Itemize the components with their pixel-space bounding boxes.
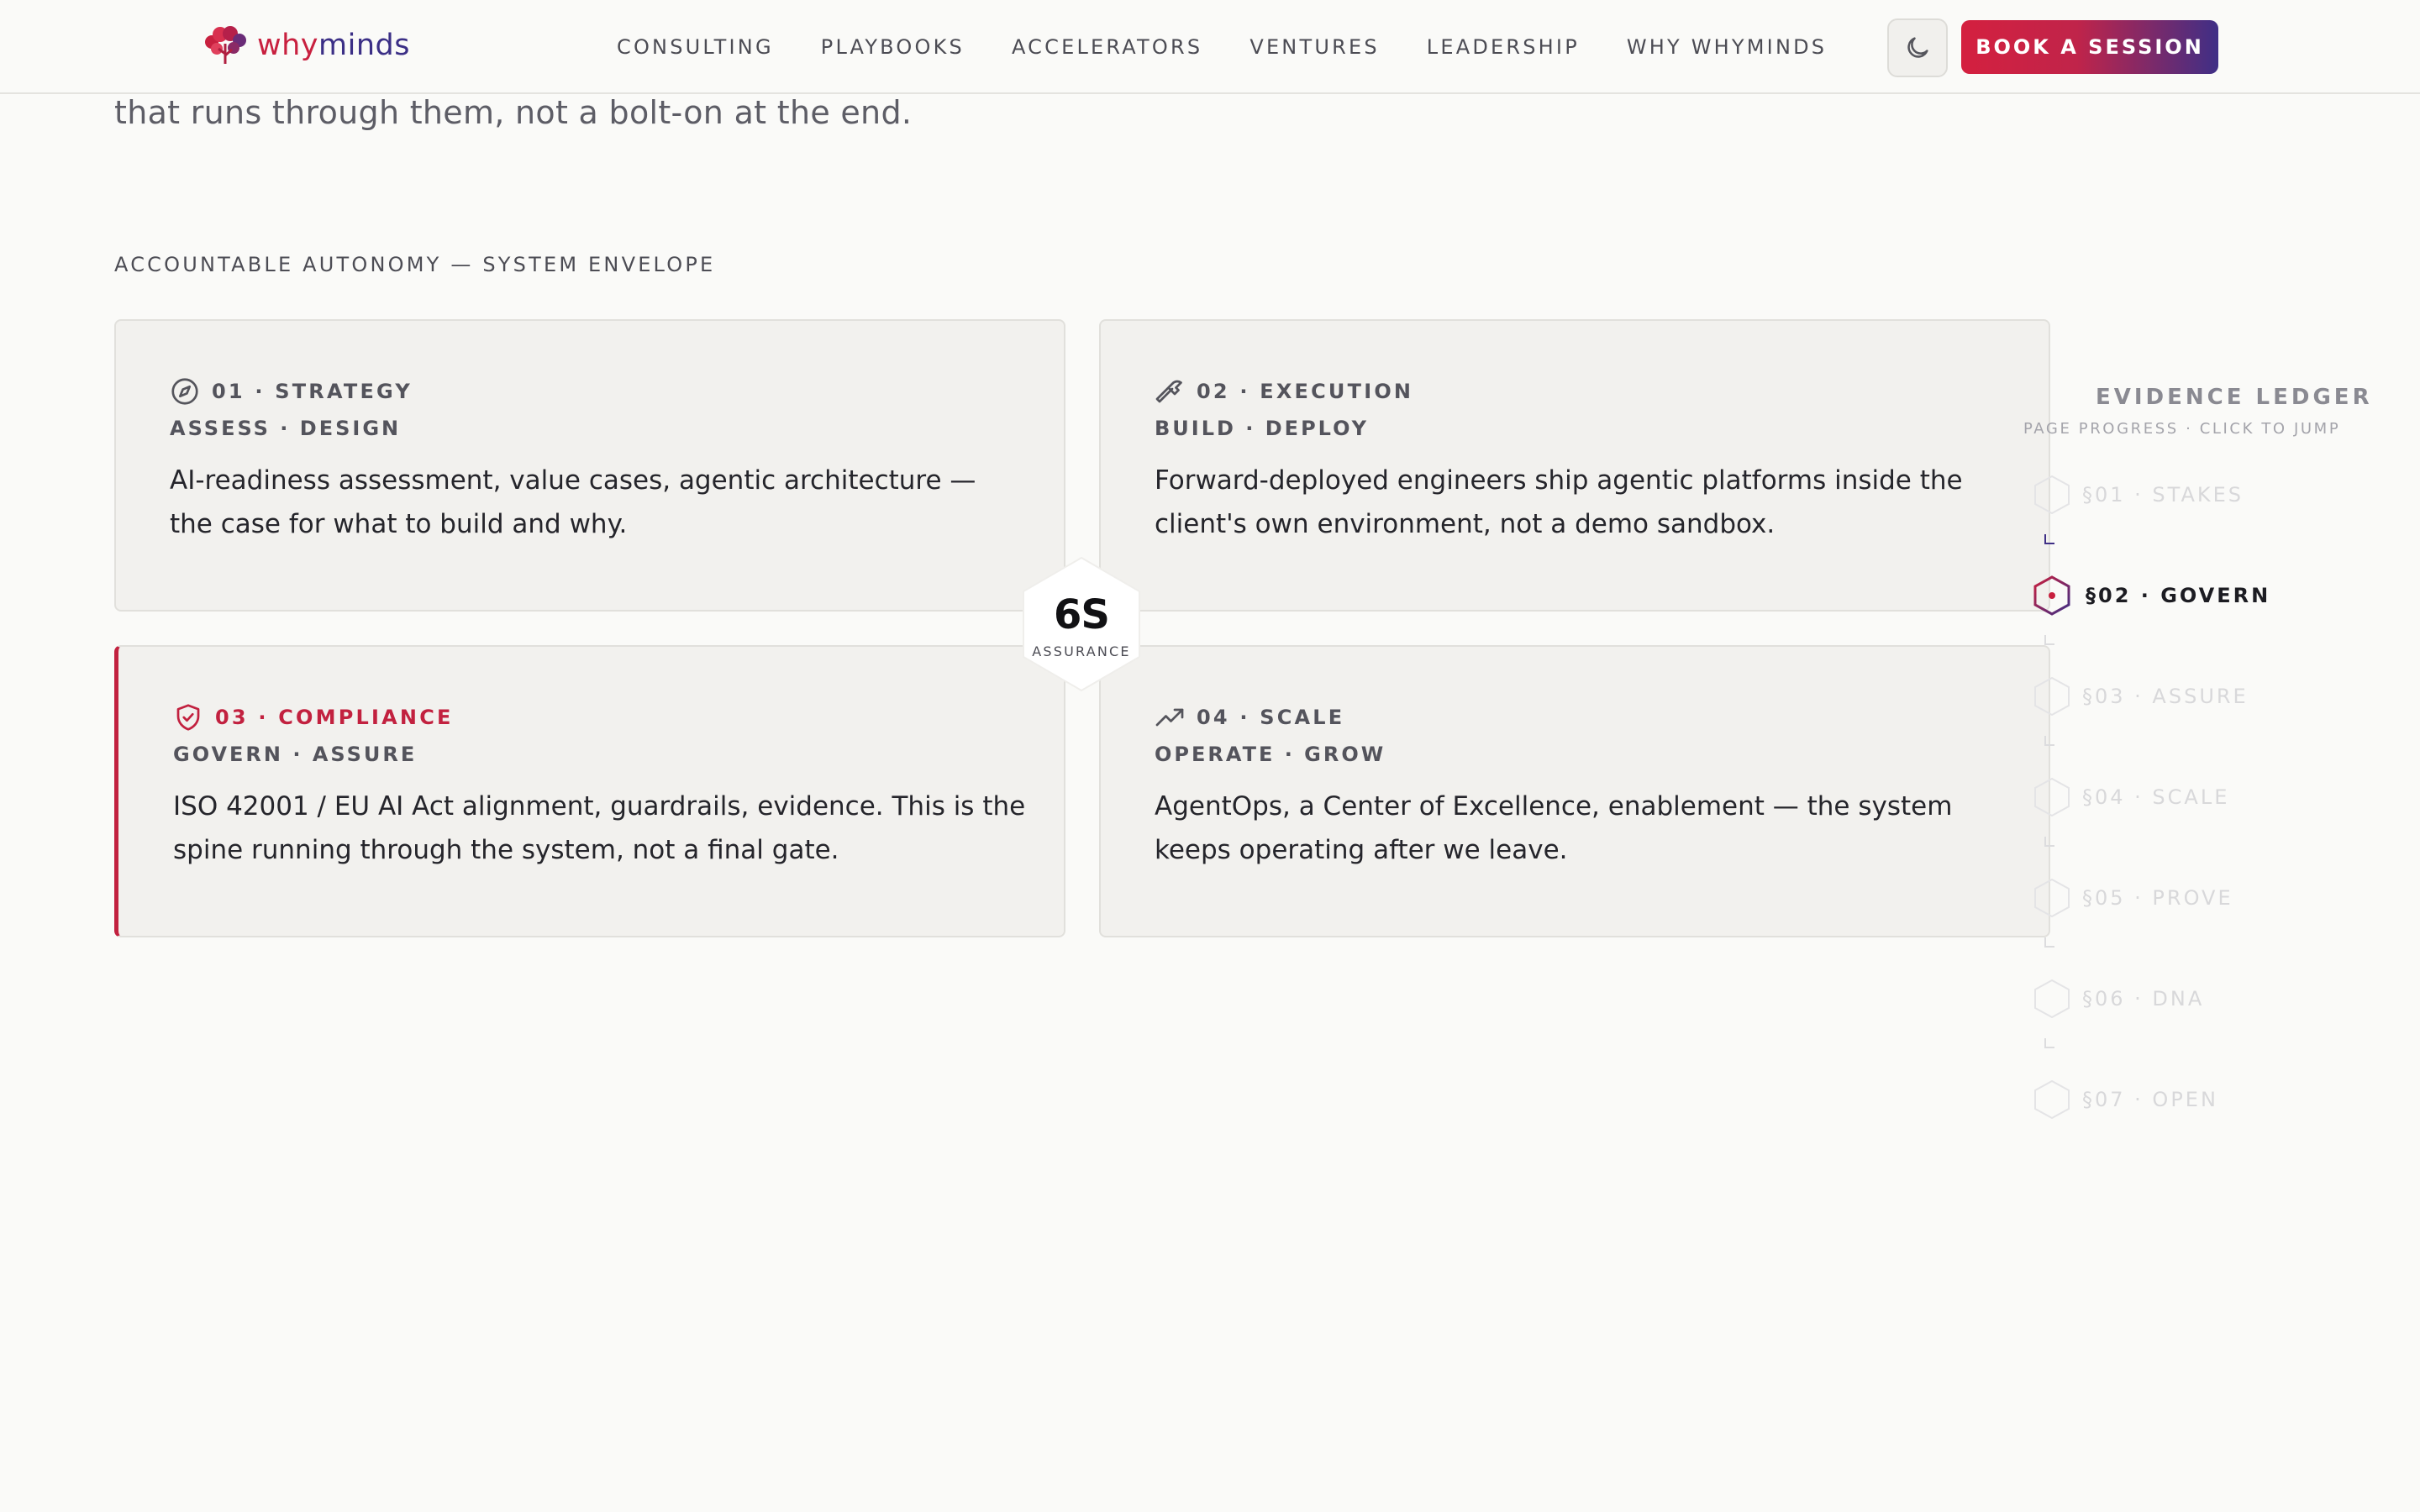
book-session-button[interactable]: BOOK A SESSION: [1961, 20, 2218, 74]
ledger-item-prove[interactable]: §05 · PROVE: [2032, 877, 2233, 919]
card-description: AI-readiness assessment, value cases, ag…: [170, 465, 976, 539]
card-strategy: 01 · STRATEGY ASSESS · DESIGN AI-readine…: [114, 319, 1065, 612]
ledger-connector: [2044, 635, 2054, 645]
ledger-item-label: §04 · SCALE: [2082, 785, 2230, 809]
hexagon-icon: [2034, 1079, 2070, 1120]
card-subtitle: OPERATE · GROW: [1155, 743, 1386, 766]
ledger-subtitle: PAGE PROGRESS · CLICK TO JUMP: [2023, 420, 2341, 438]
logo[interactable]: whyminds: [200, 24, 410, 67]
logo-minds: minds: [318, 29, 410, 62]
ledger-title: EVIDENCE LEDGER: [2096, 385, 2373, 410]
page: whyminds CONSULTING PLAYBOOKS ACCELERATO…: [0, 0, 2420, 1512]
assurance-badge: 6S ASSURANCE: [1012, 554, 1151, 694]
card-compliance: 03 · COMPLIANCE GOVERN · ASSURE ISO 4200…: [114, 645, 1065, 937]
theme-toggle-button[interactable]: [1887, 18, 1948, 77]
card-title: 01 · STRATEGY: [212, 380, 413, 403]
ledger-item-govern[interactable]: §02 · GOVERN: [2032, 575, 2270, 617]
logo-wordmark: whyminds: [257, 29, 410, 62]
logo-why: why: [257, 29, 319, 62]
card-header: 02 · EXECUTION: [1155, 375, 1995, 408]
ledger-connector: [2044, 837, 2054, 847]
ledger-item-label: §03 · ASSURE: [2082, 685, 2249, 708]
card-scale: 04 · SCALE OPERATE · GROW AgentOps, a Ce…: [1099, 645, 2050, 937]
ledger-item-open[interactable]: §07 · OPEN: [2032, 1079, 2218, 1121]
nav-why-whyminds[interactable]: WHY WHYMINDS: [1627, 35, 1827, 59]
hammer-icon: [1155, 380, 1182, 403]
hexagon-active-icon: [2033, 575, 2070, 616]
badge-label: 6S: [1054, 591, 1110, 638]
ledger-connector: [2044, 534, 2054, 544]
site-header: whyminds CONSULTING PLAYBOOKS ACCELERATO…: [0, 0, 2420, 94]
ledger-connector: [2044, 1038, 2054, 1048]
card-description: ISO 42001 / EU AI Act alignment, guardra…: [173, 791, 1026, 865]
ledger-item-label: §01 · STAKES: [2082, 483, 2244, 507]
card-subtitle: GOVERN · ASSURE: [173, 743, 418, 766]
ledger-connector: [2044, 736, 2054, 746]
card-header: 01 · STRATEGY: [170, 375, 1010, 408]
main-nav: CONSULTING PLAYBOOKS ACCELERATORS VENTUR…: [617, 35, 1874, 59]
card-execution: 02 · EXECUTION BUILD · DEPLOY Forward-de…: [1099, 319, 2050, 612]
trending-up-icon: [1155, 708, 1184, 727]
hexagon-icon: [2034, 979, 2070, 1019]
card-subtitle: ASSESS · DESIGN: [170, 417, 402, 440]
brain-tree-logo-icon: [205, 26, 246, 64]
card-header: 04 · SCALE: [1155, 701, 1995, 734]
card-title: 02 · EXECUTION: [1197, 380, 1414, 403]
nav-leadership[interactable]: LEADERSHIP: [1427, 35, 1580, 59]
intro-text: that runs through them, not a bolt-on at…: [114, 94, 913, 131]
hexagon-icon: [2034, 475, 2070, 515]
ledger-item-scale[interactable]: §04 · SCALE: [2032, 776, 2229, 818]
badge-sublabel: ASSURANCE: [1032, 643, 1131, 659]
ledger-item-stakes[interactable]: §01 · STAKES: [2032, 474, 2244, 516]
nav-playbooks[interactable]: PLAYBOOKS: [821, 35, 965, 59]
nav-ventures[interactable]: VENTURES: [1249, 35, 1379, 59]
ledger-item-label: §05 · PROVE: [2082, 886, 2233, 910]
card-description: AgentOps, a Center of Excellence, enable…: [1155, 791, 1953, 865]
compass-icon: [171, 378, 198, 405]
ledger-item-label: §02 · GOVERN: [2086, 584, 2271, 607]
ledger-item-label: §07 · OPEN: [2082, 1088, 2218, 1111]
ledger-item-assure[interactable]: §03 · ASSURE: [2032, 675, 2249, 717]
card-subtitle: BUILD · DEPLOY: [1155, 417, 1370, 440]
hexagon-icon: [2034, 878, 2070, 918]
card-description: Forward-deployed engineers ship agentic …: [1155, 465, 1963, 539]
nav-consulting[interactable]: CONSULTING: [617, 35, 774, 59]
ledger-item-label: §06 · DNA: [2082, 987, 2205, 1011]
hexagon-icon: [2034, 777, 2070, 817]
card-title: 04 · SCALE: [1197, 706, 1345, 729]
moon-icon: [1907, 37, 1928, 58]
section-label: ACCOUNTABLE AUTONOMY — SYSTEM ENVELOPE: [114, 253, 716, 276]
nav-accelerators[interactable]: ACCELERATORS: [1012, 35, 1202, 59]
card-title: 03 · COMPLIANCE: [215, 706, 454, 729]
hexagon-icon: [2034, 676, 2070, 717]
ledger-item-dna[interactable]: §06 · DNA: [2032, 978, 2204, 1020]
ledger-connector: [2044, 937, 2054, 948]
card-header: 03 · COMPLIANCE: [173, 701, 1010, 734]
shield-check-icon: [176, 704, 200, 731]
